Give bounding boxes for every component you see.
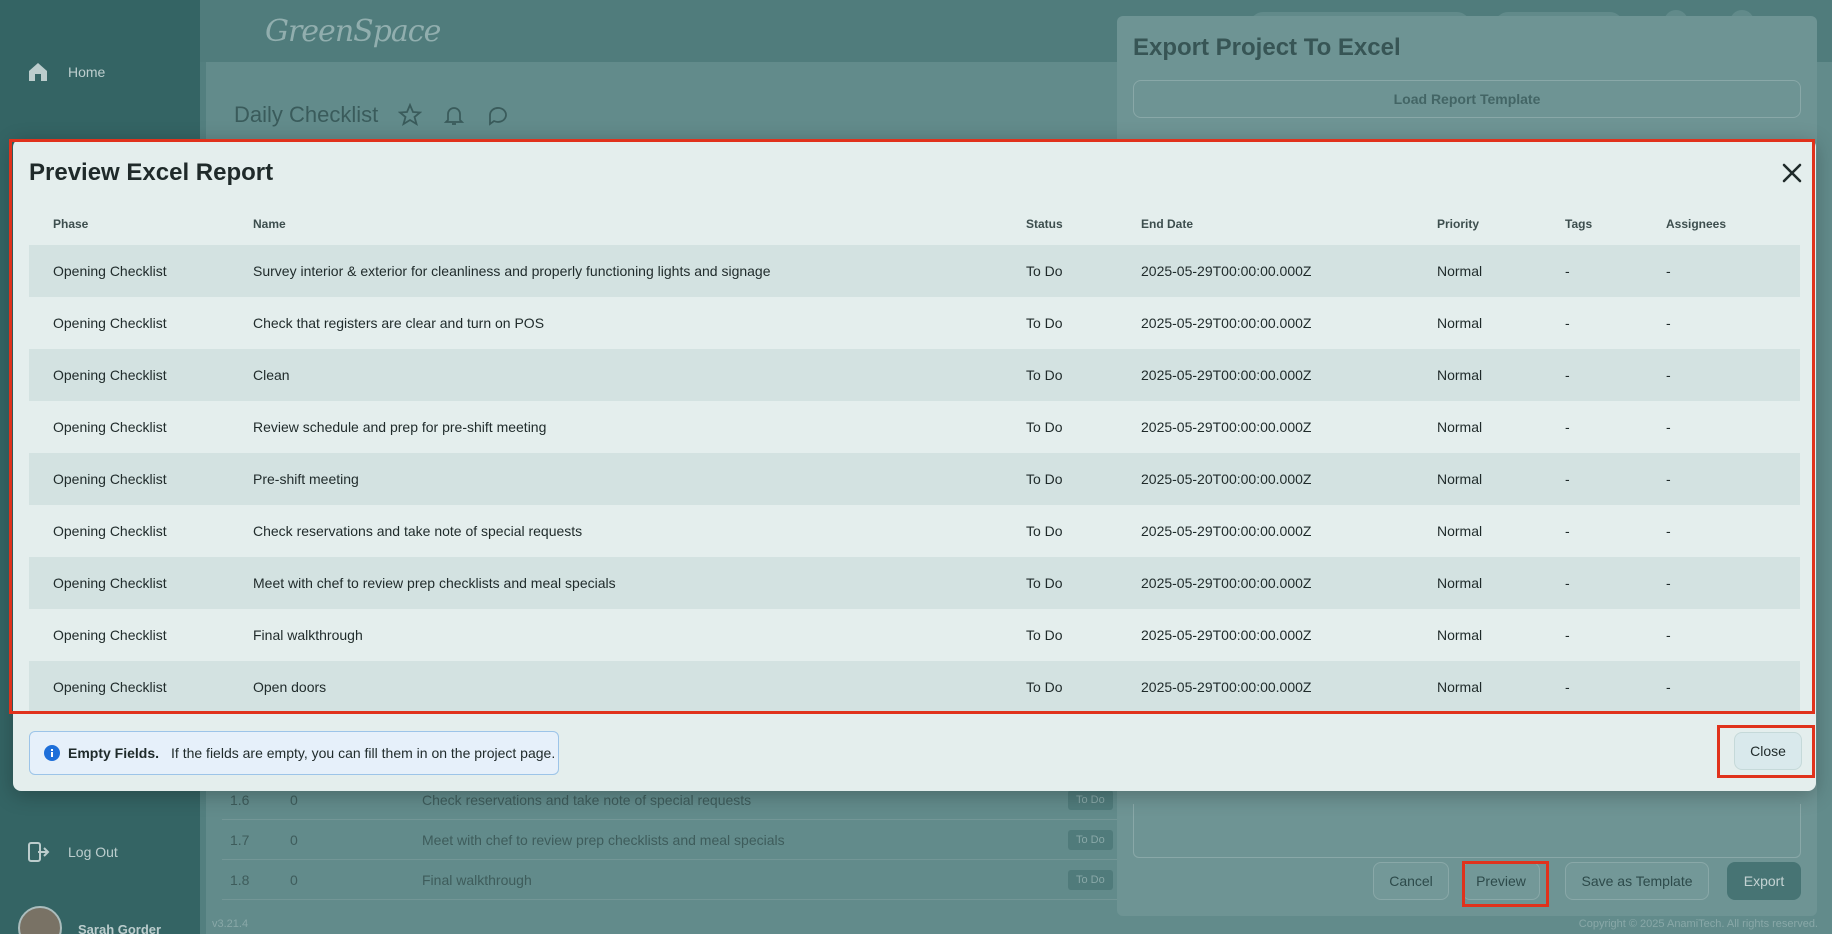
cell-name: Open doors (253, 679, 327, 695)
cell-priority: Normal (1437, 315, 1483, 331)
cell-status: To Do (1026, 575, 1063, 591)
cell-status: To Do (1026, 679, 1063, 695)
cell-assignees: - (1666, 471, 1671, 487)
cell-phase: Opening Checklist (53, 627, 167, 643)
close-icon[interactable] (1780, 161, 1804, 185)
table-header: Phase Name Status End Date Priority Tags… (29, 203, 1800, 245)
table-row: Opening Checklist Check that registers a… (29, 297, 1800, 349)
cell-phase: Opening Checklist (53, 419, 167, 435)
cell-priority: Normal (1437, 575, 1483, 591)
cell-assignees: - (1666, 367, 1671, 383)
cell-priority: Normal (1437, 679, 1483, 695)
cell-phase: Opening Checklist (53, 367, 167, 383)
cell-assignees: - (1666, 575, 1671, 591)
cell-name: Review schedule and prep for pre-shift m… (253, 419, 547, 435)
column-header-assignees: Assignees (1666, 217, 1727, 231)
cell-tags: - (1565, 679, 1570, 695)
cell-end-date: 2025-05-29T00:00:00.000Z (1141, 367, 1312, 383)
cell-assignees: - (1666, 419, 1671, 435)
cell-priority: Normal (1437, 627, 1483, 643)
notice-text: If the fields are empty, you can fill th… (171, 745, 556, 761)
cell-status: To Do (1026, 419, 1063, 435)
cell-status: To Do (1026, 263, 1063, 279)
cell-assignees: - (1666, 315, 1671, 331)
cell-priority: Normal (1437, 471, 1483, 487)
cell-end-date: 2025-05-29T00:00:00.000Z (1141, 315, 1312, 331)
column-header-name: Name (253, 217, 286, 231)
cell-end-date: 2025-05-29T00:00:00.000Z (1141, 679, 1312, 695)
cell-end-date: 2025-05-20T00:00:00.000Z (1141, 471, 1312, 487)
cell-status: To Do (1026, 315, 1063, 331)
cell-end-date: 2025-05-29T00:00:00.000Z (1141, 575, 1312, 591)
cell-tags: - (1565, 367, 1570, 383)
table-row: Opening Checklist Final walkthrough To D… (29, 609, 1800, 661)
column-header-status: Status (1026, 217, 1063, 231)
cell-name: Final walkthrough (253, 627, 363, 643)
cell-assignees: - (1666, 523, 1671, 539)
cell-status: To Do (1026, 523, 1063, 539)
cell-priority: Normal (1437, 367, 1483, 383)
cell-status: To Do (1026, 471, 1063, 487)
cell-phase: Opening Checklist (53, 471, 167, 487)
modal-title: Preview Excel Report (29, 159, 274, 186)
cell-status: To Do (1026, 627, 1063, 643)
cell-assignees: - (1666, 263, 1671, 279)
cell-tags: - (1565, 315, 1570, 331)
cell-phase: Opening Checklist (53, 575, 167, 591)
column-header-phase: Phase (53, 217, 89, 231)
table-row: Opening Checklist Survey interior & exte… (29, 245, 1800, 297)
table-row: Opening Checklist Check reservations and… (29, 505, 1800, 557)
cell-phase: Opening Checklist (53, 263, 167, 279)
table-row: Opening Checklist Meet with chef to revi… (29, 557, 1800, 609)
column-header-end-date: End Date (1141, 217, 1194, 231)
cell-name: Clean (253, 367, 290, 383)
table-row: Opening Checklist Review schedule and pr… (29, 401, 1800, 453)
cell-name: Pre-shift meeting (253, 471, 359, 487)
cell-end-date: 2025-05-29T00:00:00.000Z (1141, 419, 1312, 435)
notice-title: Empty Fields. (68, 745, 160, 761)
cell-priority: Normal (1437, 523, 1483, 539)
cell-phase: Opening Checklist (53, 679, 167, 695)
cell-tags: - (1565, 263, 1570, 279)
cell-end-date: 2025-05-29T00:00:00.000Z (1141, 263, 1312, 279)
table-row: Opening Checklist Clean To Do 2025-05-29… (29, 349, 1800, 401)
cell-tags: - (1565, 419, 1570, 435)
empty-fields-notice: Empty Fields. If the fields are empty, y… (29, 731, 559, 775)
column-header-tags: Tags (1565, 217, 1593, 231)
cell-assignees: - (1666, 627, 1671, 643)
cell-name: Meet with chef to review prep checklists… (253, 575, 616, 591)
preview-excel-modal: Preview Excel Report Phase Name Status E… (13, 139, 1816, 791)
info-icon (44, 745, 60, 761)
cell-end-date: 2025-05-29T00:00:00.000Z (1141, 523, 1312, 539)
preview-table: Phase Name Status End Date Priority Tags… (29, 203, 1800, 713)
column-header-priority: Priority (1437, 217, 1480, 231)
cell-tags: - (1565, 523, 1570, 539)
table-row: Opening Checklist Pre-shift meeting To D… (29, 453, 1800, 505)
cell-assignees: - (1666, 679, 1671, 695)
table-row: Opening Checklist Open doors To Do 2025-… (29, 661, 1800, 713)
cell-priority: Normal (1437, 263, 1483, 279)
cell-priority: Normal (1437, 419, 1483, 435)
cell-name: Survey interior & exterior for cleanline… (253, 263, 771, 279)
cell-tags: - (1565, 575, 1570, 591)
cell-phase: Opening Checklist (53, 315, 167, 331)
cell-phase: Opening Checklist (53, 523, 167, 539)
cell-name: Check reservations and take note of spec… (253, 523, 583, 539)
close-button[interactable]: Close (1734, 732, 1802, 770)
cell-name: Check that registers are clear and turn … (253, 315, 545, 331)
cell-tags: - (1565, 471, 1570, 487)
cell-end-date: 2025-05-29T00:00:00.000Z (1141, 627, 1312, 643)
cell-status: To Do (1026, 367, 1063, 383)
table-body: Opening Checklist Survey interior & exte… (29, 245, 1800, 713)
cell-tags: - (1565, 627, 1570, 643)
